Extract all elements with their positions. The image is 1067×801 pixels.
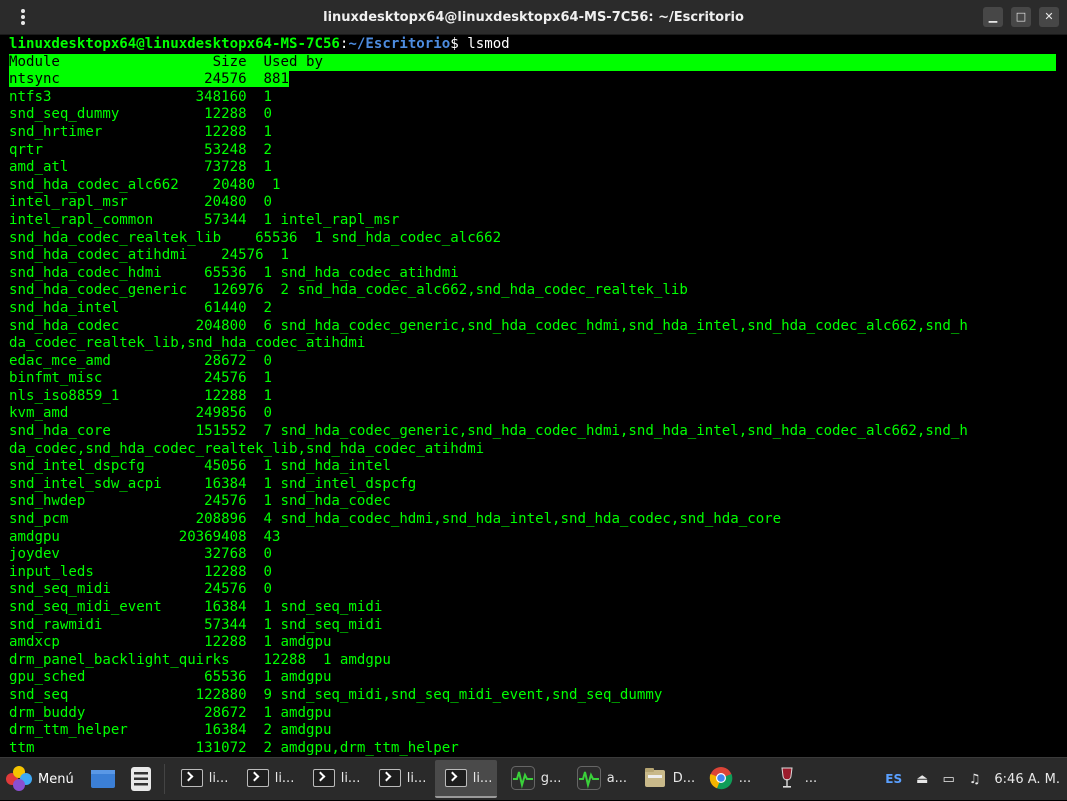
terminal-icon xyxy=(246,769,269,787)
taskbar-window-label: g... xyxy=(540,770,562,786)
module-line: joydev 32768 0 xyxy=(9,546,273,563)
file-manager-icon xyxy=(643,766,667,790)
taskbar-window-label: ... xyxy=(804,770,818,786)
keyboard-icon[interactable]: ▭ xyxy=(942,772,954,787)
module-line: input_leds 12288 0 xyxy=(9,563,273,580)
prompt-dollar: $ xyxy=(450,36,468,52)
taskbar-window-label: li... xyxy=(274,770,295,786)
prompt-command: lsmod xyxy=(467,36,510,52)
module-line: drm_buddy 28672 1 amdgpu xyxy=(9,704,332,721)
module-line: kvm_amd 249856 0 xyxy=(9,405,273,422)
module-line: intel_rapl_msr 20480 0 xyxy=(9,194,273,211)
module-line: snd_hda_codec_hdmi 65536 1 snd_hda_codec… xyxy=(9,264,459,281)
wine-icon xyxy=(775,766,799,790)
taskbar-window-1[interactable]: li... xyxy=(171,760,233,798)
prompt-path: ~/Escritorio xyxy=(348,36,451,52)
module-line: edac_mce_amd 28672 0 xyxy=(9,352,273,369)
show-desktop-icon[interactable] xyxy=(86,761,120,797)
system-tray: ES ⏏ ▭ ♫ 6:46 A. M. xyxy=(878,758,1067,801)
module-lines: ntfs3 348160 1 snd_seq_dummy 12288 0 snd… xyxy=(9,89,968,756)
prompt-line: linuxdesktopx64@linuxdesktopx64-MS-7C56:… xyxy=(9,36,510,52)
files-icon[interactable] xyxy=(124,761,158,797)
highlighted-row: ntsync 24576 881 xyxy=(9,71,290,88)
module-line: nls_iso8859_1 12288 1 xyxy=(9,387,273,404)
module-line: drm_ttm_helper 16384 2 amdgpu xyxy=(9,722,332,739)
taskbar-window-4[interactable]: li... xyxy=(369,760,431,798)
window-titlebar[interactable]: linuxdesktopx64@linuxdesktopx64-MS-7C56:… xyxy=(0,0,1067,35)
terminal-icon xyxy=(444,769,467,787)
system-monitor-icon xyxy=(576,766,601,790)
taskbar-window-label: li... xyxy=(208,770,229,786)
module-line: snd_hda_intel 61440 2 xyxy=(9,299,273,316)
open-windows-list: li... li... li... li... li... g... a... D......… xyxy=(169,760,829,798)
close-button[interactable]: ✕ xyxy=(1039,7,1059,27)
module-line: snd_hda_codec_realtek_lib 65536 1 snd_hd… xyxy=(9,229,502,246)
module-line: snd_seq 122880 9 snd_seq_midi,snd_seq_mi… xyxy=(9,686,663,703)
module-line: snd_hda_codec_alc662 20480 1 xyxy=(9,176,281,193)
eject-icon[interactable]: ⏏ xyxy=(916,772,928,787)
prompt-user-host: linuxdesktopx64@linuxdesktopx64-MS-7C56 xyxy=(9,36,340,52)
module-line: snd_hda_codec 204800 6 snd_hda_codec_gen… xyxy=(9,317,968,334)
module-line: amdgpu 20369408 43 xyxy=(9,528,281,545)
taskbar-window-label: li... xyxy=(406,770,427,786)
module-line: amdxcp 12288 1 amdgpu xyxy=(9,634,332,651)
distro-logo-icon xyxy=(6,766,32,792)
start-menu-label: Menú xyxy=(38,771,74,787)
module-line: snd_hda_codec_generic 126976 2 snd_hda_c… xyxy=(9,282,688,299)
module-line: snd_rawmidi 57344 1 snd_seq_midi xyxy=(9,616,383,633)
keyboard-layout-indicator[interactable]: ES xyxy=(885,772,902,786)
terminal-output-area[interactable]: linuxdesktopx64@linuxdesktopx64-MS-7C56:… xyxy=(0,35,1067,757)
module-line: snd_hda_codec_atihdmi 24576 1 xyxy=(9,247,290,264)
chrome-icon xyxy=(709,766,733,790)
terminal-scrollbar[interactable] xyxy=(1063,35,1067,757)
terminal-icon xyxy=(378,769,401,787)
system-monitor-icon xyxy=(510,766,535,790)
taskbar-separator xyxy=(163,764,165,794)
module-line: binfmt_misc 24576 1 xyxy=(9,370,273,387)
taskbar-window-7[interactable]: a... xyxy=(567,760,629,798)
lsmod-header-row: Module Size Used by xyxy=(9,53,1056,72)
taskbar-window-6[interactable]: g... xyxy=(501,760,563,798)
music-note-icon[interactable]: ♫ xyxy=(969,772,981,787)
module-line: snd_seq_midi_event 16384 1 snd_seq_midi xyxy=(9,599,383,615)
module-line: snd_intel_sdw_acpi 16384 1 snd_intel_dsp… xyxy=(9,475,417,492)
taskbar-window-label: ... xyxy=(738,770,752,786)
terminal-text: linuxdesktopx64@linuxdesktopx64-MS-7C56:… xyxy=(9,36,1056,757)
taskbar: Menú li... li... li... li... li... g... a... D.… xyxy=(0,757,1067,800)
taskbar-window-9[interactable]: ... xyxy=(699,760,761,798)
taskbar-window-label: D... xyxy=(672,770,696,786)
taskbar-window-8[interactable]: D... xyxy=(633,760,695,798)
taskbar-window-label: li... xyxy=(340,770,361,786)
module-line: qrtr 53248 2 xyxy=(9,141,273,158)
module-line: da_codec_realtek_lib,snd_hda_codec_atihd… xyxy=(9,335,366,352)
taskbar-window-label: a... xyxy=(606,770,628,786)
minimize-button[interactable]: ▁ xyxy=(983,7,1003,27)
taskbar-window-10[interactable]: ... xyxy=(765,760,827,798)
module-line: snd_hrtimer 12288 1 xyxy=(9,123,273,140)
taskbar-window-3[interactable]: li... xyxy=(303,760,365,798)
maximize-button[interactable]: □ xyxy=(1011,7,1031,27)
module-line: ntfs3 348160 1 xyxy=(9,88,273,105)
module-line: gpu_sched 65536 1 amdgpu xyxy=(9,669,332,686)
module-line: ttm 131072 2 amdgpu,drm_ttm_helper xyxy=(9,739,459,756)
module-line: snd_pcm 208896 4 snd_hda_codec_hdmi,snd_… xyxy=(9,511,782,528)
module-line: da_codec,snd_hda_codec_realtek_lib,snd_h… xyxy=(9,440,485,457)
module-line: amd_atl 73728 1 xyxy=(9,159,273,176)
module-line: snd_hwdep 24576 1 snd_hda_codec xyxy=(9,493,391,510)
module-line: snd_seq_midi 24576 0 xyxy=(9,581,273,598)
module-line: intel_rapl_common 57344 1 intel_rapl_msr xyxy=(9,211,400,228)
terminal-icon xyxy=(180,769,203,787)
taskbar-window-5[interactable]: li... xyxy=(434,760,497,798)
taskbar-window-label: li... xyxy=(472,770,493,786)
start-menu-button[interactable]: Menú xyxy=(0,758,84,801)
module-line: drm_panel_backlight_quirks 12288 1 amdgp… xyxy=(9,651,391,668)
window-title: linuxdesktopx64@linuxdesktopx64-MS-7C56:… xyxy=(323,10,744,25)
module-line: snd_seq_dummy 12288 0 xyxy=(9,106,273,123)
module-line: snd_hda_core 151552 7 snd_hda_codec_gene… xyxy=(9,423,968,440)
module-line: snd_intel_dspcfg 45056 1 snd_hda_intel xyxy=(9,458,391,475)
terminal-icon xyxy=(312,769,335,787)
taskbar-window-2[interactable]: li... xyxy=(237,760,299,798)
clock[interactable]: 6:46 A. M. xyxy=(994,772,1060,787)
